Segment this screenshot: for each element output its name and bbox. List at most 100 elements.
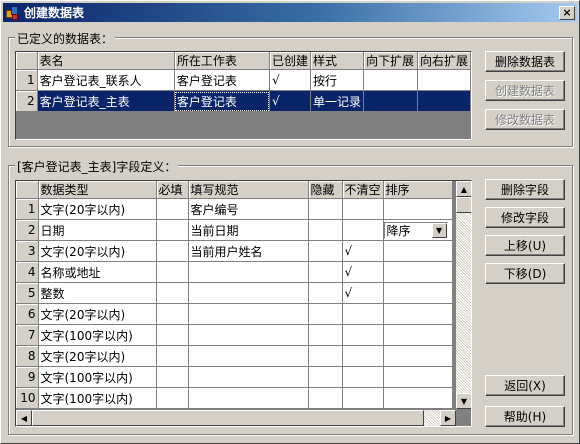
sort-order-select[interactable]: 降序 ▼ (383, 221, 448, 239)
row-number[interactable]: 4 (16, 261, 39, 283)
no-clear-cell[interactable]: √ (342, 282, 384, 304)
row-number[interactable]: 2 (16, 219, 39, 241)
data-type-cell[interactable]: 文字(20字以内) (38, 345, 157, 367)
required-cell[interactable] (156, 219, 189, 241)
created-cell[interactable]: √ (269, 90, 312, 112)
data-type-cell[interactable]: 名称或地址 (38, 261, 157, 283)
delete-table-button[interactable]: 删除数据表 (485, 51, 565, 72)
field-row[interactable]: 10 文字(100字以内) (16, 387, 453, 409)
no-clear-cell[interactable]: √ (342, 240, 384, 262)
col-header-no-clear[interactable]: 不清空 (342, 181, 384, 199)
hidden-cell[interactable] (308, 198, 343, 220)
chevron-down-icon[interactable]: ▼ (431, 222, 447, 238)
fields-grid[interactable]: 数据类型 必填 填写规范 隐藏 不清空 排序 1 文字(20字以内) 客户编号 2 日期… (15, 180, 472, 427)
col-header-style[interactable]: 样式 (310, 52, 365, 70)
sort-cell[interactable] (383, 240, 453, 262)
row-number[interactable]: 2 (16, 90, 38, 112)
hidden-cell[interactable] (308, 324, 343, 346)
fill-rule-cell[interactable] (188, 345, 309, 367)
expand-right-cell[interactable] (417, 69, 471, 91)
field-row[interactable]: 3 文字(20字以内) 当前用户姓名 √ (16, 240, 453, 262)
col-header-sort[interactable]: 排序 (383, 181, 453, 199)
fields-vertical-scrollbar[interactable]: ▲ ▼ (456, 181, 471, 409)
help-button[interactable]: 帮助(H) (485, 406, 565, 427)
field-row[interactable]: 2 日期 当前日期 降序 ▼ (16, 219, 453, 241)
col-header-created[interactable]: 已创建 (269, 52, 312, 70)
no-clear-cell[interactable] (342, 345, 384, 367)
fill-rule-cell[interactable]: 当前日期 (188, 219, 309, 241)
no-clear-cell[interactable] (342, 387, 384, 409)
row-number[interactable]: 10 (16, 387, 39, 409)
field-row[interactable]: 4 名称或地址 √ (16, 261, 453, 283)
sort-cell[interactable] (383, 261, 453, 283)
data-type-cell[interactable]: 文字(20字以内) (38, 240, 157, 262)
field-row[interactable]: 7 文字(100字以内) (16, 324, 453, 346)
back-button[interactable]: 返回(X) (485, 375, 565, 396)
row-number[interactable]: 3 (16, 240, 39, 262)
row-number[interactable]: 6 (16, 303, 39, 325)
required-cell[interactable] (156, 303, 189, 325)
no-clear-cell[interactable]: √ (342, 261, 384, 283)
scroll-right-button[interactable]: ▶ (440, 410, 456, 426)
hidden-cell[interactable] (308, 366, 343, 388)
fill-rule-cell[interactable] (188, 261, 309, 283)
title-bar[interactable]: 创建数据表 × (3, 3, 577, 22)
col-header-expand-right[interactable]: 向右扩展 (417, 52, 471, 70)
required-cell[interactable] (156, 387, 189, 409)
fill-rule-cell[interactable] (188, 324, 309, 346)
hidden-cell[interactable] (308, 345, 343, 367)
col-header-required[interactable]: 必填 (156, 181, 189, 199)
data-type-cell[interactable]: 文字(100字以内) (38, 324, 157, 346)
col-header-table-name[interactable]: 表名 (37, 52, 175, 70)
sort-cell[interactable]: 降序 ▼ (383, 219, 453, 241)
col-header-fill-rule[interactable]: 填写规范 (188, 181, 309, 199)
created-cell[interactable]: √ (269, 69, 312, 91)
required-cell[interactable] (156, 282, 189, 304)
style-cell[interactable]: 按行 (310, 69, 365, 91)
expand-right-cell[interactable] (417, 90, 471, 112)
field-row[interactable]: 9 文字(100字以内) (16, 366, 453, 388)
hidden-cell[interactable] (308, 282, 343, 304)
create-table-button[interactable]: 创建数据表 (485, 80, 565, 101)
required-cell[interactable] (156, 345, 189, 367)
data-type-cell[interactable]: 文字(100字以内) (38, 366, 157, 388)
required-cell[interactable] (156, 261, 189, 283)
col-header-worksheet[interactable]: 所在工作表 (174, 52, 271, 70)
row-number[interactable]: 8 (16, 345, 39, 367)
fill-rule-cell[interactable] (188, 366, 309, 388)
field-row[interactable]: 1 文字(20字以内) 客户编号 (16, 198, 453, 220)
row-number[interactable]: 7 (16, 324, 39, 346)
no-clear-cell[interactable] (342, 324, 384, 346)
row-number[interactable]: 1 (16, 198, 39, 220)
scroll-down-button[interactable]: ▼ (456, 393, 471, 409)
vertical-scroll-thumb[interactable] (456, 197, 471, 213)
sort-cell[interactable] (383, 198, 453, 220)
required-cell[interactable] (156, 240, 189, 262)
sort-cell[interactable] (383, 282, 453, 304)
scroll-up-button[interactable]: ▲ (456, 181, 471, 197)
fields-horizontal-scrollbar[interactable]: ◀ ▶ (16, 410, 456, 426)
field-row[interactable]: 8 文字(20字以内) (16, 345, 453, 367)
required-cell[interactable] (156, 324, 189, 346)
move-up-button[interactable]: 上移(U) (485, 235, 565, 256)
worksheet-cell[interactable]: 客户登记表 (174, 69, 271, 91)
required-cell[interactable] (156, 366, 189, 388)
hidden-cell[interactable] (308, 387, 343, 409)
row-number[interactable]: 5 (16, 282, 39, 304)
hidden-cell[interactable] (308, 219, 343, 241)
data-type-cell[interactable]: 日期 (38, 219, 157, 241)
style-cell[interactable]: 单一记录 (310, 90, 365, 112)
hidden-cell[interactable] (308, 261, 343, 283)
worksheet-cell[interactable]: 客户登记表 (174, 90, 271, 112)
data-type-cell[interactable]: 整数 (38, 282, 157, 304)
table-name-cell[interactable]: 客户登记表_主表 (37, 90, 175, 112)
col-header-hidden[interactable]: 隐藏 (308, 181, 343, 199)
sort-cell[interactable] (383, 303, 453, 325)
field-row[interactable]: 5 整数 √ (16, 282, 453, 304)
no-clear-cell[interactable] (342, 219, 384, 241)
required-cell[interactable] (156, 198, 189, 220)
no-clear-cell[interactable] (342, 303, 384, 325)
expand-down-cell[interactable] (363, 90, 418, 112)
data-type-cell[interactable]: 文字(20字以内) (38, 303, 157, 325)
delete-field-button[interactable]: 删除字段 (485, 179, 565, 200)
